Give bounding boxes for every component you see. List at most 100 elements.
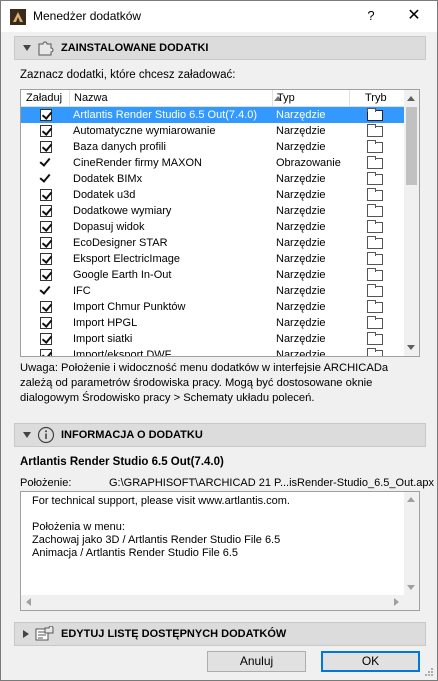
edit-list-icon <box>35 626 54 641</box>
folder-icon <box>367 156 383 169</box>
addon-row[interactable]: Import HPGL Narzędzie <box>21 315 404 331</box>
folder-icon <box>367 348 383 356</box>
addon-type: Narzędzie <box>276 349 326 357</box>
folder-icon <box>367 188 383 201</box>
column-mode[interactable]: Tryb <box>365 92 387 106</box>
addon-type: Obrazowanie <box>276 157 341 169</box>
installed-addons-title: ZAINSTALOWANE DODATKI <box>61 42 209 54</box>
ok-button[interactable]: OK <box>321 651 420 672</box>
load-checkbox[interactable] <box>40 333 52 345</box>
addon-name: Google Earth In-Out <box>73 269 172 281</box>
folder-icon <box>367 220 383 233</box>
addon-type: Narzędzie <box>276 189 326 201</box>
column-load[interactable]: Załaduj <box>26 92 62 106</box>
collapse-arrow-icon <box>23 432 31 438</box>
puzzle-icon <box>38 41 54 56</box>
resize-grip-icon[interactable] <box>424 667 434 677</box>
loaded-check-icon[interactable] <box>39 283 51 295</box>
addon-row[interactable]: Dodatek BIMx Narzędzie <box>21 171 404 187</box>
location-path: G:\GRAPHISOFT\ARCHICAD 21 P...isRender-S… <box>109 477 435 489</box>
addon-row[interactable]: Artlantis Render Studio 6.5 Out(7.4.0) Na… <box>21 107 404 123</box>
folder-icon <box>367 332 383 345</box>
help-button[interactable]: ? <box>363 8 379 26</box>
column-name[interactable]: Nazwa <box>74 92 108 106</box>
close-button[interactable]: ✕ <box>405 7 423 25</box>
installed-addons-header[interactable]: ZAINSTALOWANE DODATKI <box>14 36 426 60</box>
addon-type: Narzędzie <box>276 141 326 153</box>
scroll-down-icon[interactable] <box>407 585 415 590</box>
addon-row[interactable]: Google Earth In-Out Narzędzie <box>21 267 404 283</box>
loaded-check-icon[interactable] <box>39 155 51 167</box>
load-checkbox[interactable] <box>40 109 52 121</box>
description-hscroll[interactable] <box>21 595 404 610</box>
load-checkbox[interactable] <box>40 189 52 201</box>
addons-list[interactable]: Załaduj Nazwa Typ Tryb Artlantis Render … <box>20 89 420 357</box>
load-checkbox[interactable] <box>40 125 52 137</box>
scroll-corner <box>404 595 419 610</box>
addon-row[interactable]: Import Chmur Punktów Narzędzie <box>21 299 404 315</box>
addon-info-header[interactable]: INFORMACJA O DODATKU <box>14 423 426 447</box>
addon-name: Eksport ElectricImage <box>73 253 180 265</box>
column-type[interactable]: Typ <box>277 92 295 106</box>
addon-row[interactable]: IFC Narzędzie <box>21 283 404 299</box>
description-line: Animacja / Artlantis Render Studio File … <box>32 547 239 559</box>
load-checkbox[interactable] <box>40 221 52 233</box>
folder-icon <box>367 140 383 153</box>
addon-row[interactable]: Automatyczne wymiarowanie Narzędzie <box>21 123 404 139</box>
addon-row[interactable]: Dodatek u3d Narzędzie <box>21 187 404 203</box>
load-checkbox[interactable] <box>40 349 52 356</box>
addon-name: CineRender firmy MAXON <box>73 157 202 169</box>
addon-type: Narzędzie <box>276 301 326 313</box>
load-checkbox[interactable] <box>40 301 52 313</box>
edit-addon-list-header[interactable]: EDYTUJ LISTĘ DOSTĘPNYCH DODATKÓW <box>14 622 426 646</box>
window-title: Menedżer dodatków <box>33 9 142 23</box>
scroll-down-icon[interactable] <box>407 345 415 350</box>
addon-description-box[interactable]: For technical support, please visit www.… <box>20 491 420 611</box>
folder-icon <box>367 204 383 217</box>
scroll-up-icon[interactable] <box>407 497 415 502</box>
folder-icon <box>367 316 383 329</box>
select-addons-hint: Zaznacz dodatki, które chcesz załadować: <box>20 69 236 81</box>
load-checkbox[interactable] <box>40 237 52 249</box>
column-divider <box>349 90 350 107</box>
addon-type: Narzędzie <box>276 269 326 281</box>
load-checkbox[interactable] <box>40 141 52 153</box>
addon-row[interactable]: Baza danych profili Narzędzie <box>21 139 404 155</box>
addon-name: Dopasuj widok <box>73 221 145 233</box>
loaded-check-icon[interactable] <box>39 171 51 183</box>
folder-icon <box>367 236 383 249</box>
addon-row[interactable]: Eksport ElectricImage Narzędzie <box>21 251 404 267</box>
addon-name: Import HPGL <box>73 317 138 329</box>
column-divider <box>272 90 273 107</box>
addon-type: Narzędzie <box>276 221 326 233</box>
folder-icon <box>367 300 383 313</box>
folder-icon <box>367 124 383 137</box>
archicad-app-icon <box>10 9 26 25</box>
scroll-up-icon[interactable] <box>407 96 415 101</box>
scroll-right-icon[interactable] <box>394 598 399 606</box>
load-checkbox[interactable] <box>40 269 52 281</box>
addon-row[interactable]: Dopasuj widok Narzędzie <box>21 219 404 235</box>
addon-type: Narzędzie <box>276 333 326 345</box>
addon-type: Narzędzie <box>276 109 326 121</box>
cancel-button[interactable]: Anuluj <box>207 651 306 672</box>
scroll-thumb[interactable] <box>406 107 417 185</box>
addon-row[interactable]: CineRender firmy MAXON Obrazowanie <box>21 155 404 171</box>
addon-row[interactable]: EcoDesigner STAR Narzędzie <box>21 235 404 251</box>
addon-row[interactable]: Import/eksport DWF Narzędzie <box>21 347 404 357</box>
column-divider <box>69 90 70 107</box>
expand-arrow-icon <box>23 630 29 638</box>
addon-name: Artlantis Render Studio 6.5 Out(7.4.0) <box>73 109 258 121</box>
addon-info-title: INFORMACJA O DODATKU <box>61 429 203 441</box>
folder-icon <box>367 172 383 185</box>
addon-row[interactable]: Dodatkowe wymiary Narzędzie <box>21 203 404 219</box>
load-checkbox[interactable] <box>40 317 52 329</box>
load-checkbox[interactable] <box>40 253 52 265</box>
description-vscroll[interactable] <box>404 492 419 595</box>
load-checkbox[interactable] <box>40 205 52 217</box>
description-line: For technical support, please visit www.… <box>32 495 290 507</box>
scroll-left-icon[interactable] <box>26 598 31 606</box>
addon-name: Import Chmur Punktów <box>73 301 186 313</box>
list-scrollbar[interactable] <box>404 90 419 356</box>
addon-row[interactable]: Import siatki Narzędzie <box>21 331 404 347</box>
